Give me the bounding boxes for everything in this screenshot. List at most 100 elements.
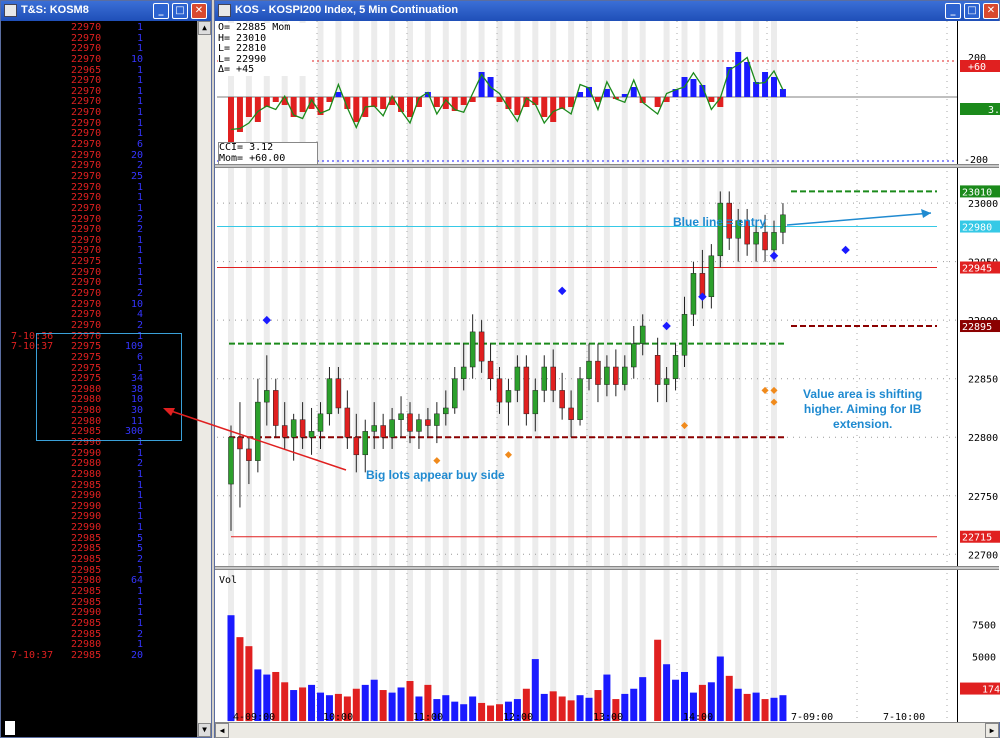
grid-stripe bbox=[735, 21, 742, 722]
big-lots-annotation: Big lots appear buy side bbox=[366, 468, 505, 482]
candle bbox=[443, 407, 449, 415]
candle bbox=[290, 419, 297, 438]
volume-bar bbox=[460, 704, 468, 721]
volume-bar bbox=[361, 684, 369, 721]
volume-bar bbox=[370, 679, 378, 721]
ts-row: 22970 25 bbox=[3, 171, 198, 183]
grid-stripe bbox=[389, 21, 396, 722]
candle bbox=[273, 390, 279, 426]
volume-bar bbox=[540, 693, 548, 721]
candle bbox=[631, 343, 637, 368]
chart-titlebar[interactable]: KOS - KOSPI200 Index, 5 Min Continuation… bbox=[215, 1, 999, 21]
candle bbox=[344, 407, 351, 438]
blue-diamond bbox=[557, 286, 567, 296]
time-tick: 7-10:00 bbox=[883, 712, 925, 722]
ts-row: 22970 2 bbox=[3, 320, 198, 332]
grid-stripe bbox=[568, 21, 575, 722]
value-area-annotation: Value area is shifting higher. Aiming for… bbox=[803, 387, 922, 432]
candle bbox=[505, 390, 512, 403]
time-tick: 11:00 bbox=[413, 712, 443, 722]
chart-title: KOS - KOSPI200 Index, 5 Min Continuation bbox=[235, 4, 459, 16]
ts-titlebar[interactable]: T&S: KOSM8 _ □ ✕ bbox=[1, 1, 211, 21]
ts-price: 22970 bbox=[71, 53, 102, 65]
minimize-icon[interactable]: _ bbox=[945, 3, 961, 19]
candle bbox=[771, 232, 777, 251]
ts-scrollbar[interactable]: ▲ ▼ bbox=[197, 21, 211, 737]
time-tick: 10:00 bbox=[323, 712, 353, 722]
volume-bar bbox=[752, 692, 760, 721]
scroll-up-icon[interactable]: ▲ bbox=[198, 21, 211, 35]
scroll-down-icon[interactable]: ▼ bbox=[198, 723, 211, 737]
entry-arrowhead bbox=[921, 209, 931, 218]
candle bbox=[237, 436, 243, 450]
chart-canvas[interactable]: 4-09:00 10:00 11:00 12:00 13:00 14:00 7-09:00 7… bbox=[217, 21, 957, 722]
grid-stripe bbox=[532, 21, 539, 722]
cci-value: CCI= 3.12 bbox=[219, 142, 274, 153]
minimize-icon[interactable]: _ bbox=[153, 3, 169, 19]
mom-bar bbox=[654, 97, 661, 107]
mom-bar bbox=[407, 97, 413, 117]
candle bbox=[255, 401, 261, 461]
volume-bar bbox=[245, 646, 253, 721]
scroll-left-icon[interactable]: ◀ bbox=[215, 723, 229, 738]
vol-tag: 174 bbox=[982, 685, 1000, 696]
candle bbox=[228, 436, 234, 485]
grid-stripe bbox=[407, 21, 413, 722]
mom-bar bbox=[514, 97, 521, 115]
volume-bar bbox=[496, 704, 503, 721]
entry-arrow bbox=[786, 212, 932, 226]
volume-bar bbox=[299, 687, 307, 721]
grid-stripe bbox=[245, 21, 252, 722]
maximize-icon[interactable]: □ bbox=[172, 3, 188, 19]
price-tick: 22800 bbox=[968, 433, 998, 444]
volume-bar bbox=[672, 679, 680, 721]
mom-bar bbox=[771, 77, 777, 97]
candle bbox=[559, 390, 565, 409]
mom-bar bbox=[541, 97, 548, 117]
volume-bar bbox=[585, 697, 593, 721]
candle bbox=[753, 232, 759, 245]
candle bbox=[708, 255, 715, 298]
candle bbox=[407, 413, 413, 432]
volume-bar bbox=[567, 700, 575, 721]
price-tick: 22750 bbox=[968, 492, 998, 503]
mom-bar bbox=[353, 97, 360, 122]
app-icon bbox=[218, 4, 231, 17]
mom-bar bbox=[299, 97, 306, 112]
candle bbox=[523, 366, 530, 415]
close-icon[interactable]: ✕ bbox=[983, 3, 999, 19]
volume-bar bbox=[281, 682, 289, 721]
mom-value: Mom= +60.00 bbox=[219, 152, 286, 164]
scroll-thumb[interactable] bbox=[5, 721, 15, 735]
candle bbox=[246, 448, 252, 461]
app-icon bbox=[4, 4, 17, 17]
grid-stripe bbox=[424, 21, 431, 722]
close-icon[interactable]: ✕ bbox=[191, 3, 207, 19]
pane-separator[interactable] bbox=[215, 164, 999, 168]
candle bbox=[452, 378, 458, 409]
volume-bar bbox=[352, 688, 360, 721]
mom-bar bbox=[630, 87, 637, 97]
grid-stripe bbox=[281, 21, 288, 722]
candle bbox=[362, 431, 368, 456]
scroll-right-icon[interactable]: ▶ bbox=[985, 723, 999, 738]
candle bbox=[577, 378, 583, 420]
orange-diamond bbox=[504, 451, 512, 459]
vol-label: Vol bbox=[219, 575, 238, 586]
volume-bar bbox=[379, 690, 387, 721]
candle bbox=[654, 355, 661, 385]
price-axis[interactable]: 200-200+603.1230002295022900228502280022… bbox=[957, 21, 1000, 722]
low-value: L= 22810 bbox=[218, 43, 267, 54]
cci-tag: 3.1 bbox=[988, 105, 1000, 116]
price-tag: 23010 bbox=[962, 187, 992, 198]
study-name: Mom bbox=[272, 22, 291, 33]
candle bbox=[371, 425, 377, 432]
maximize-icon[interactable]: □ bbox=[964, 3, 980, 19]
ts-size: 1 bbox=[136, 585, 143, 597]
pane-separator[interactable] bbox=[215, 566, 999, 570]
ts-price: 22985 bbox=[71, 617, 102, 629]
candle bbox=[335, 378, 342, 409]
chart-hscrollbar[interactable]: ◀ ▶ bbox=[215, 722, 999, 738]
candle bbox=[264, 390, 270, 403]
volume-bar bbox=[639, 677, 647, 721]
